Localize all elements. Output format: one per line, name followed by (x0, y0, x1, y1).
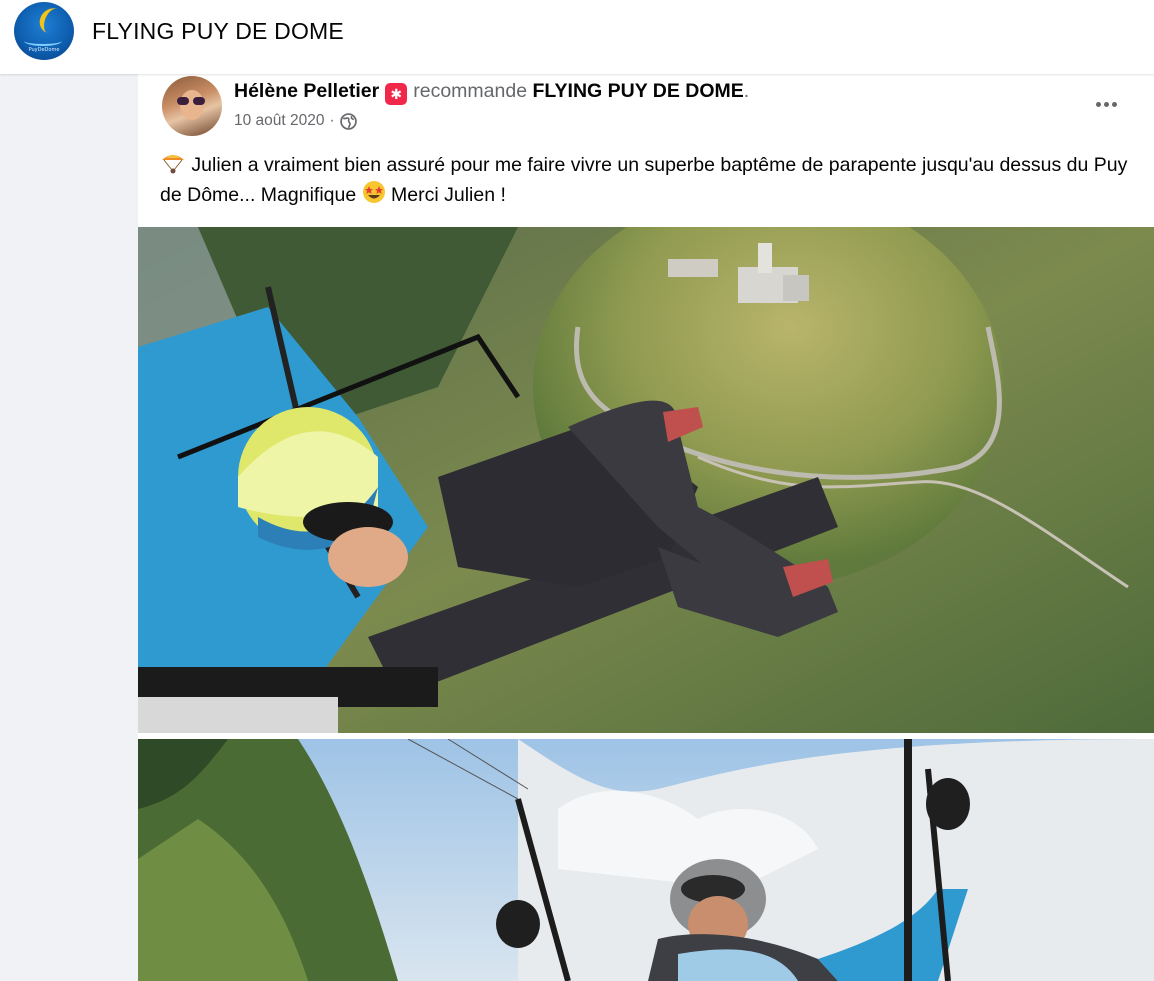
star-struck-emoji-icon (362, 181, 385, 203)
parachute-emoji-icon (162, 155, 184, 174)
page-header: PuyDeDome FLYING PUY DE DOME (0, 0, 1154, 74)
post-text: Julien a vraiment bien assuré pour me fa… (160, 150, 1145, 210)
recommended-page-link[interactable]: FLYING PUY DE DOME (532, 80, 743, 102)
post-meta: 10 août 2020 · (234, 112, 357, 130)
post-text-main: Julien a vraiment bien assuré pour me fa… (160, 154, 1128, 206)
recommend-verb: recommande (413, 80, 528, 102)
post-date[interactable]: 10 août 2020 (234, 112, 325, 130)
post-photo-2[interactable] (138, 739, 1154, 981)
paraglider-logo-icon[interactable]: PuyDeDome (14, 2, 74, 60)
page-title[interactable]: FLYING PUY DE DOME (92, 18, 344, 45)
globe-icon[interactable] (339, 112, 357, 130)
post-text-end: Merci Julien ! (385, 184, 506, 206)
more-options-icon[interactable] (1088, 92, 1124, 116)
author-avatar[interactable] (162, 76, 222, 136)
recommend-badge-icon: ✱ (385, 83, 408, 105)
period: . (743, 80, 750, 102)
meta-separator: · (329, 112, 335, 129)
author-name[interactable]: Hélène Pelletier (234, 80, 379, 102)
recommendation-post: Hélène Pelletier ✱ recommande FLYING PUY D… (138, 74, 1154, 981)
post-header-line: Hélène Pelletier ✱ recommande FLYING PUY D… (234, 80, 749, 105)
post-photo-1[interactable] (138, 227, 1154, 733)
